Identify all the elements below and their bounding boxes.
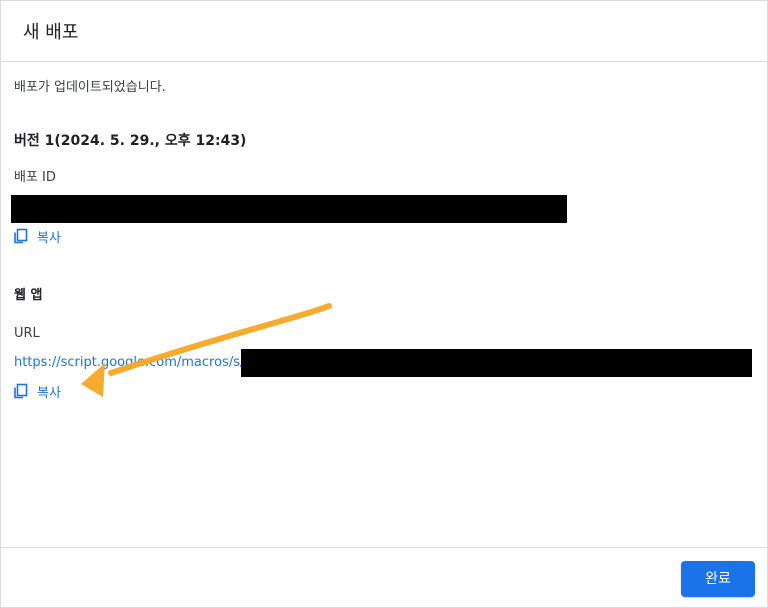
dialog-title: 새 배포 [23, 22, 79, 43]
version-heading: 버전 1(2024. 5. 29., 오후 12:43) [14, 133, 247, 149]
web-app-heading: 웹 앱 [14, 288, 43, 303]
copy-deployment-id-button[interactable]: 복사 [13, 225, 61, 247]
new-deployment-dialog: 새 배포 배포가 업데이트되었습니다. 버전 1(2024. 5. 29., 오… [0, 0, 768, 608]
deployment-id-label: 배포 ID [14, 170, 56, 185]
deployment-id-value-redacted [11, 195, 567, 223]
copy-icon [14, 383, 28, 399]
web-app-url-redacted [241, 349, 752, 377]
status-message: 배포가 업데이트되었습니다. [14, 80, 166, 95]
web-app-url-link[interactable]: https://script.google.com/macros/s/ [14, 354, 244, 372]
copy-url-button[interactable]: 복사 [13, 380, 61, 402]
done-button[interactable]: 완료 [681, 561, 755, 597]
copy-deployment-id-label: 복사 [37, 230, 61, 246]
url-label: URL [14, 326, 40, 341]
header-divider [1, 61, 767, 62]
copy-url-label: 복사 [37, 385, 61, 401]
footer-divider [1, 547, 767, 548]
copy-icon [14, 228, 28, 244]
